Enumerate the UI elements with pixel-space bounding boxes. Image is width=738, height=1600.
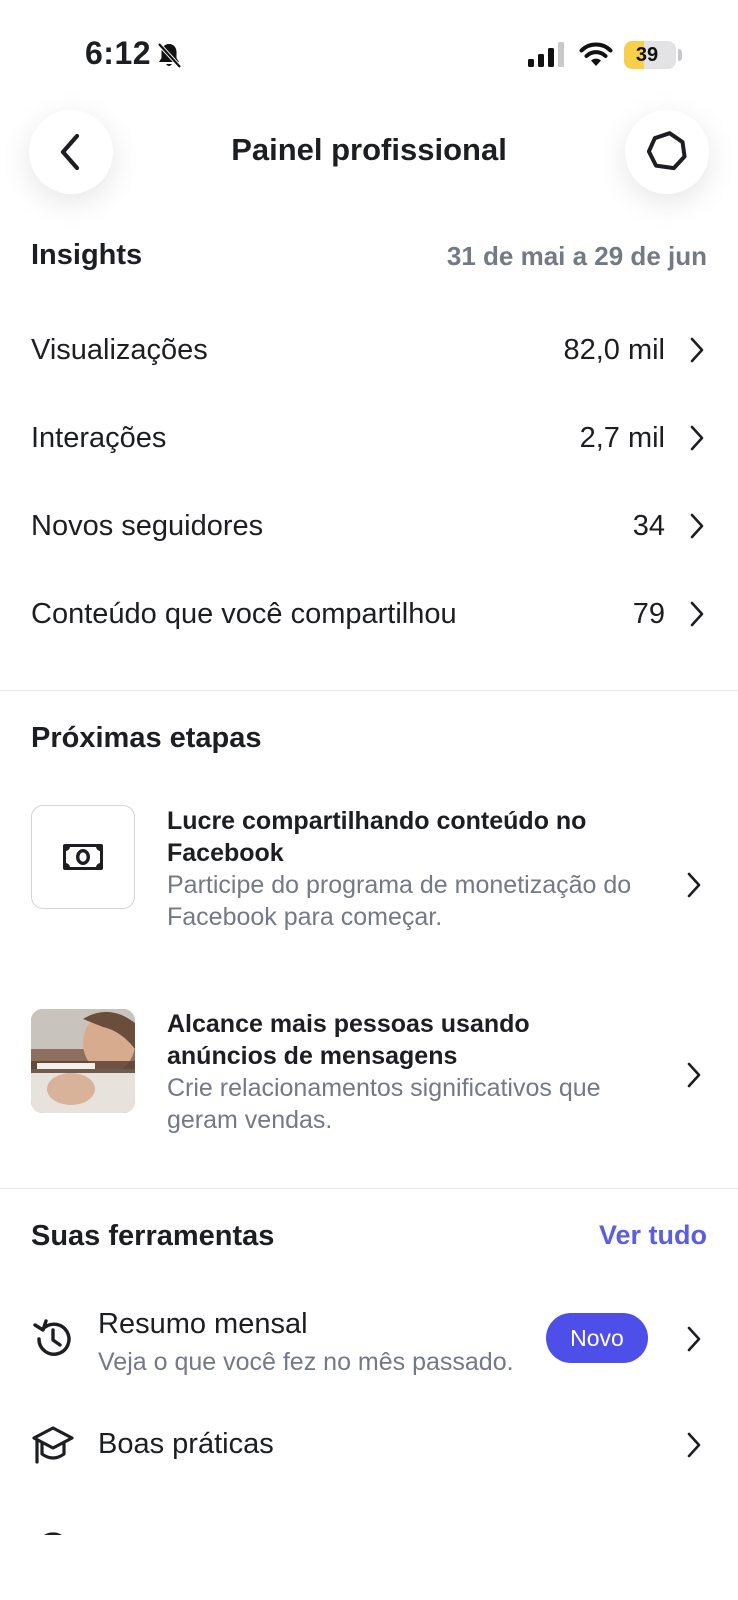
step-title: Lucre compartilhando conteúdo no Faceboo…: [167, 807, 587, 867]
tool-title: Resumo mensal: [98, 1308, 308, 1340]
next-steps-heading: Próximas etapas: [31, 722, 262, 754]
chevron-right-icon: [690, 425, 704, 451]
metric-value: 79: [632, 597, 665, 630]
status-time: 6:12: [85, 35, 152, 71]
tool-monthly-summary[interactable]: Resumo mensal Veja o que você fez no mês…: [0, 1296, 738, 1382]
chevron-right-icon: [690, 601, 704, 627]
new-badge: Novo: [546, 1313, 648, 1363]
step-text: Lucre compartilhando conteúdo no Faceboo…: [167, 805, 632, 933]
battery-icon: 39: [624, 41, 676, 69]
insight-row-new-followers[interactable]: Novos seguidores 34: [0, 482, 738, 570]
step-text: Alcance mais pessoas usando anúncios de …: [167, 1008, 632, 1136]
insight-row-interactions[interactable]: Interações 2,7 mil: [0, 394, 738, 482]
graduation-cap-icon: [32, 1426, 74, 1464]
date-range[interactable]: 31 de mai a 29 de jun: [447, 241, 707, 272]
bell-slash-icon: [157, 42, 182, 69]
step-message-ads[interactable]: Alcance mais pessoas usando anúncios de …: [0, 1008, 738, 1138]
settings-button[interactable]: [625, 110, 709, 194]
tools-heading: Suas ferramentas: [31, 1220, 275, 1252]
money-icon-tile: [31, 805, 135, 909]
history-icon: [33, 1319, 71, 1356]
see-all-link[interactable]: Ver tudo: [599, 1220, 707, 1251]
status-bar: 6:12 39: [0, 0, 738, 100]
insight-row-views[interactable]: Visualizações 82,0 mil: [0, 306, 738, 394]
chevron-right-icon: [690, 513, 704, 539]
metric-label: Interações: [31, 421, 167, 454]
cellular-signal-icon: [528, 42, 564, 67]
insights-heading: Insights: [31, 239, 143, 271]
header: Painel profissional: [0, 100, 738, 210]
section-divider: [0, 690, 738, 691]
chevron-right-icon: [687, 1432, 701, 1458]
tool-best-practices[interactable]: Boas práticas: [0, 1400, 738, 1490]
metric-label: Visualizações: [31, 333, 208, 366]
photo-thumbnail: [31, 1009, 135, 1113]
section-divider: [0, 1188, 738, 1189]
gear-icon: [646, 131, 687, 171]
chevron-right-icon: [690, 337, 704, 363]
chevron-right-icon: [687, 872, 701, 898]
tool-title: Boas práticas: [98, 1428, 274, 1460]
metric-value: 2,7 mil: [579, 421, 665, 454]
metric-value: 82,0 mil: [563, 333, 665, 366]
tool-description: Veja o que você fez no mês passado.: [98, 1348, 514, 1376]
battery-level: 39: [635, 44, 659, 66]
step-description: Crie relacionamentos significativos que …: [167, 1074, 601, 1134]
ad-photo-image: [31, 1009, 135, 1113]
step-description: Participe do programa de monetização do …: [167, 871, 632, 931]
metric-label: Conteúdo que você compartilhou: [31, 597, 457, 630]
insight-row-shared-content[interactable]: Conteúdo que você compartilhou 79: [0, 570, 738, 658]
step-monetization[interactable]: Lucre compartilhando conteúdo no Faceboo…: [0, 805, 738, 965]
chevron-right-icon: [687, 1326, 701, 1352]
battery-tip: [678, 49, 682, 61]
metric-value: 34: [632, 509, 665, 542]
metric-label: Novos seguidores: [31, 509, 264, 542]
wifi-icon: [579, 42, 613, 66]
step-title: Alcance mais pessoas usando anúncios de …: [167, 1010, 530, 1070]
chevron-right-icon: [687, 1062, 701, 1088]
money-icon: [63, 844, 103, 870]
bottom-safe-area: [0, 1535, 738, 1600]
